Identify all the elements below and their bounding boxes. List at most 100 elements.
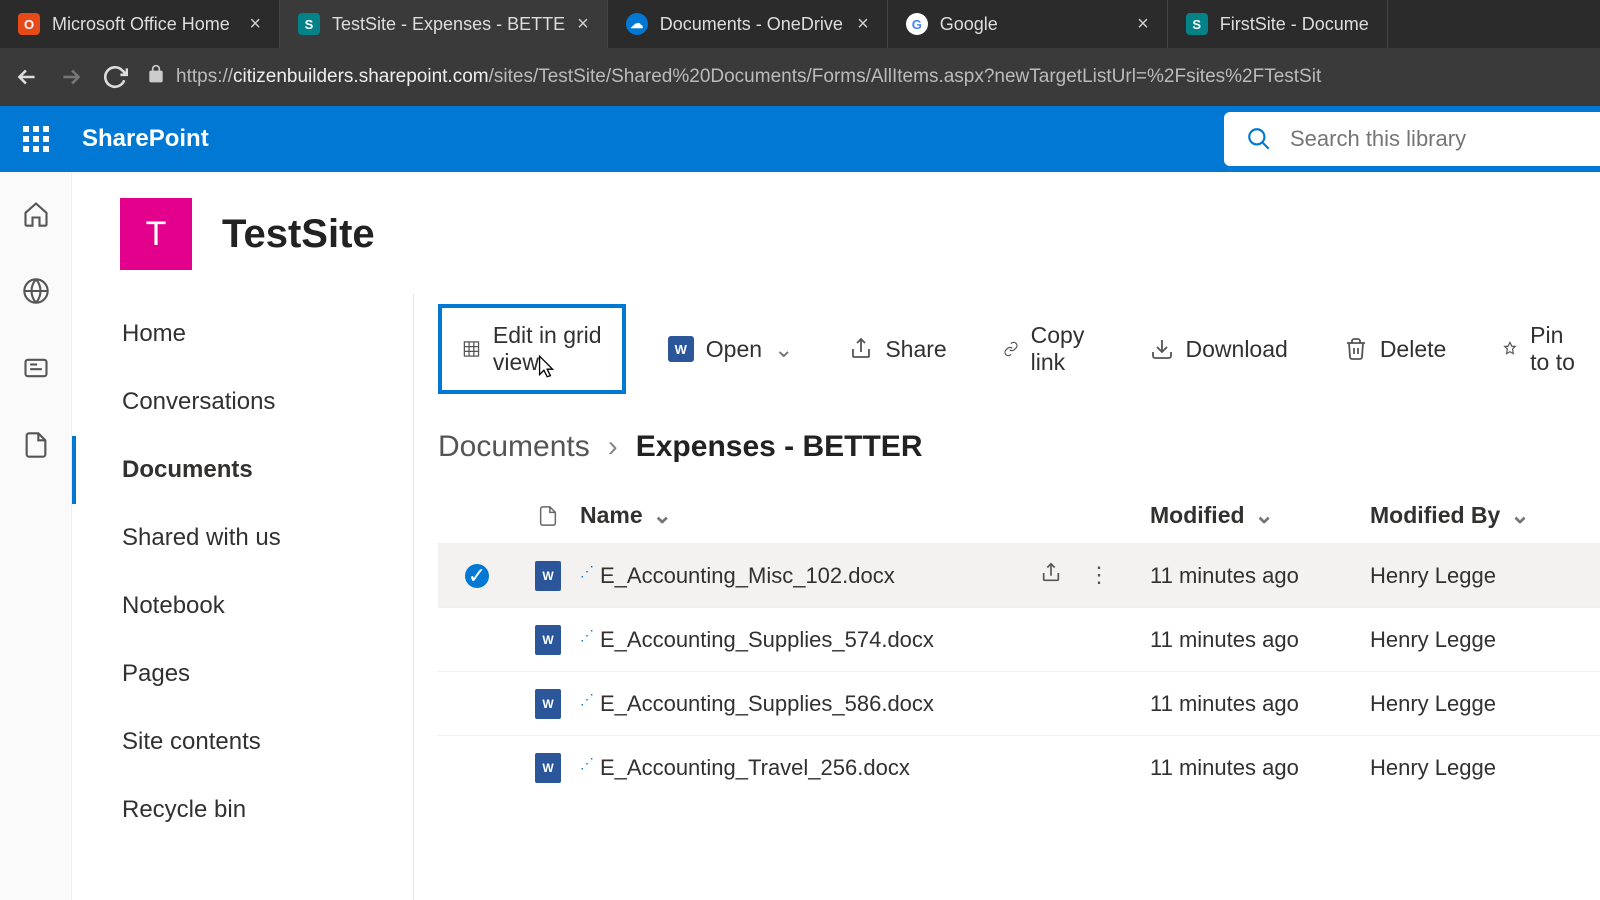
column-name[interactable]: Name⌄ bbox=[580, 502, 1040, 529]
forward-button[interactable] bbox=[58, 64, 84, 90]
search-box[interactable] bbox=[1224, 112, 1600, 166]
breadcrumb-parent[interactable]: Documents bbox=[438, 430, 590, 464]
nav-documents[interactable]: Documents bbox=[72, 436, 413, 504]
site-header: T TestSite bbox=[72, 172, 1600, 294]
breadcrumb-current: Expenses - BETTER bbox=[636, 430, 923, 464]
table-row[interactable]: W ⋰E_Accounting_Supplies_586.docx 11 minut… bbox=[438, 671, 1600, 735]
modified-value: 11 minutes ago bbox=[1150, 627, 1370, 653]
browser-tab[interactable]: O Microsoft Office Home × bbox=[0, 0, 280, 48]
open-button[interactable]: W Open ⌄ bbox=[654, 326, 808, 373]
button-label: Delete bbox=[1380, 336, 1446, 363]
home-icon[interactable] bbox=[22, 200, 50, 233]
list-header: Name⌄ Modified⌄ Modified By⌄ bbox=[438, 488, 1600, 543]
browser-address-bar: https://citizenbuilders.sharepoint.com/s… bbox=[0, 48, 1600, 106]
more-icon[interactable]: ⋮ bbox=[1088, 562, 1110, 590]
close-icon[interactable]: × bbox=[249, 13, 261, 36]
nav-pages[interactable]: Pages bbox=[72, 640, 413, 708]
modified-value: 11 minutes ago bbox=[1150, 691, 1370, 717]
nav-notebook[interactable]: Notebook bbox=[72, 572, 413, 640]
app-launcher-icon[interactable] bbox=[14, 117, 58, 161]
close-icon[interactable]: × bbox=[857, 13, 869, 36]
edit-in-grid-view-button[interactable]: Edit in grid view bbox=[438, 304, 626, 394]
column-modified-by[interactable]: Modified By⌄ bbox=[1370, 502, 1570, 529]
word-file-icon: W bbox=[535, 689, 561, 719]
delete-button[interactable]: Delete bbox=[1330, 326, 1460, 373]
chevron-down-icon: ⌄ bbox=[1255, 502, 1274, 529]
word-icon: W bbox=[668, 336, 694, 362]
table-row[interactable]: W⋰E_Accounting_Supplies_574.docx11 minut… bbox=[438, 607, 1600, 671]
tab-title: Microsoft Office Home bbox=[52, 14, 237, 35]
download-button[interactable]: Download bbox=[1136, 326, 1302, 373]
new-indicator-icon: ⋰ bbox=[580, 563, 594, 579]
modified-value: 11 minutes ago bbox=[1150, 563, 1370, 589]
browser-tab[interactable]: G Google × bbox=[888, 0, 1168, 48]
globe-icon[interactable] bbox=[22, 277, 50, 310]
browser-tab[interactable]: S FirstSite - Docume bbox=[1168, 0, 1388, 48]
sharepoint-icon: S bbox=[298, 13, 320, 35]
button-label: Download bbox=[1186, 336, 1288, 363]
close-icon[interactable]: × bbox=[1137, 13, 1149, 36]
link-icon bbox=[1003, 337, 1019, 361]
nav-site-contents[interactable]: Site contents bbox=[72, 708, 413, 776]
file-name[interactable]: ⋰E_Accounting_Supplies_586.docx bbox=[580, 691, 934, 717]
onedrive-icon: ☁ bbox=[626, 13, 648, 35]
new-indicator-icon: ⋰ bbox=[580, 691, 594, 707]
tab-title: Documents - OneDrive bbox=[660, 14, 845, 35]
word-file-icon: W bbox=[535, 753, 561, 783]
copy-link-button[interactable]: Copy link bbox=[989, 312, 1108, 386]
nav-conversations[interactable]: Conversations bbox=[72, 368, 413, 436]
suite-header: SharePoint bbox=[0, 106, 1600, 172]
tab-title: TestSite - Expenses - BETTE bbox=[332, 14, 565, 35]
table-row[interactable]: ✓ W ⋰E_Accounting_Misc_102.docx ⋮ 11 minutes… bbox=[438, 543, 1600, 607]
app-rail bbox=[0, 172, 72, 900]
file-name[interactable]: ⋰E_Accounting_Supplies_574.docx bbox=[580, 627, 934, 653]
left-navigation: Home Conversations Documents Shared with… bbox=[72, 294, 414, 900]
site-logo[interactable]: T bbox=[120, 198, 192, 270]
tab-title: FirstSite - Docume bbox=[1220, 14, 1369, 35]
back-button[interactable] bbox=[14, 64, 40, 90]
reload-button[interactable] bbox=[102, 64, 128, 90]
share-icon bbox=[849, 337, 873, 361]
close-icon[interactable]: × bbox=[577, 13, 589, 36]
modified-by-value: Henry Legge bbox=[1370, 755, 1570, 781]
nav-recycle-bin[interactable]: Recycle bin bbox=[72, 776, 413, 844]
table-row[interactable]: W⋰E_Accounting_Travel_256.docx11 minutes… bbox=[438, 735, 1600, 799]
url-field[interactable]: https://citizenbuilders.sharepoint.com/s… bbox=[146, 64, 1586, 90]
word-file-icon: W bbox=[535, 561, 561, 591]
new-indicator-icon: ⋰ bbox=[580, 627, 594, 643]
modified-by-value: Henry Legge bbox=[1370, 691, 1570, 717]
news-icon[interactable] bbox=[22, 354, 50, 387]
chevron-down-icon: ⌄ bbox=[1510, 502, 1529, 529]
url-text: https://citizenbuilders.sharepoint.com/s… bbox=[176, 66, 1321, 88]
nav-home[interactable]: Home bbox=[72, 300, 413, 368]
browser-tab[interactable]: ☁ Documents - OneDrive × bbox=[608, 0, 888, 48]
button-label: Share bbox=[885, 336, 946, 363]
button-label: Pin to to bbox=[1530, 322, 1586, 376]
search-input[interactable] bbox=[1290, 126, 1578, 152]
site-title[interactable]: TestSite bbox=[222, 212, 375, 257]
brand-label[interactable]: SharePoint bbox=[82, 125, 209, 153]
column-modified[interactable]: Modified⌄ bbox=[1150, 502, 1370, 529]
file-type-icon[interactable] bbox=[516, 503, 580, 529]
lock-icon bbox=[146, 64, 166, 90]
browser-tab-active[interactable]: S TestSite - Expenses - BETTE × bbox=[280, 0, 608, 48]
trash-icon bbox=[1344, 337, 1368, 361]
browser-tab-strip: O Microsoft Office Home × S TestSite - E… bbox=[0, 0, 1600, 48]
files-icon[interactable] bbox=[22, 431, 50, 464]
cursor-icon bbox=[532, 352, 558, 382]
sharepoint-icon: S bbox=[1186, 13, 1208, 35]
file-name[interactable]: ⋰E_Accounting_Misc_102.docx bbox=[580, 563, 895, 589]
pin-button[interactable]: Pin to to bbox=[1488, 312, 1600, 386]
tab-title: Google bbox=[940, 14, 1125, 35]
share-icon[interactable] bbox=[1040, 562, 1062, 590]
download-icon bbox=[1150, 337, 1174, 361]
file-name[interactable]: ⋰E_Accounting_Travel_256.docx bbox=[580, 755, 910, 781]
checkmark-icon[interactable]: ✓ bbox=[465, 564, 489, 588]
button-label: Open bbox=[706, 336, 762, 363]
modified-by-value: Henry Legge bbox=[1370, 627, 1570, 653]
google-icon: G bbox=[906, 13, 928, 35]
share-button[interactable]: Share bbox=[835, 326, 960, 373]
nav-shared[interactable]: Shared with us bbox=[72, 504, 413, 572]
search-icon bbox=[1246, 126, 1272, 152]
office-icon: O bbox=[18, 13, 40, 35]
